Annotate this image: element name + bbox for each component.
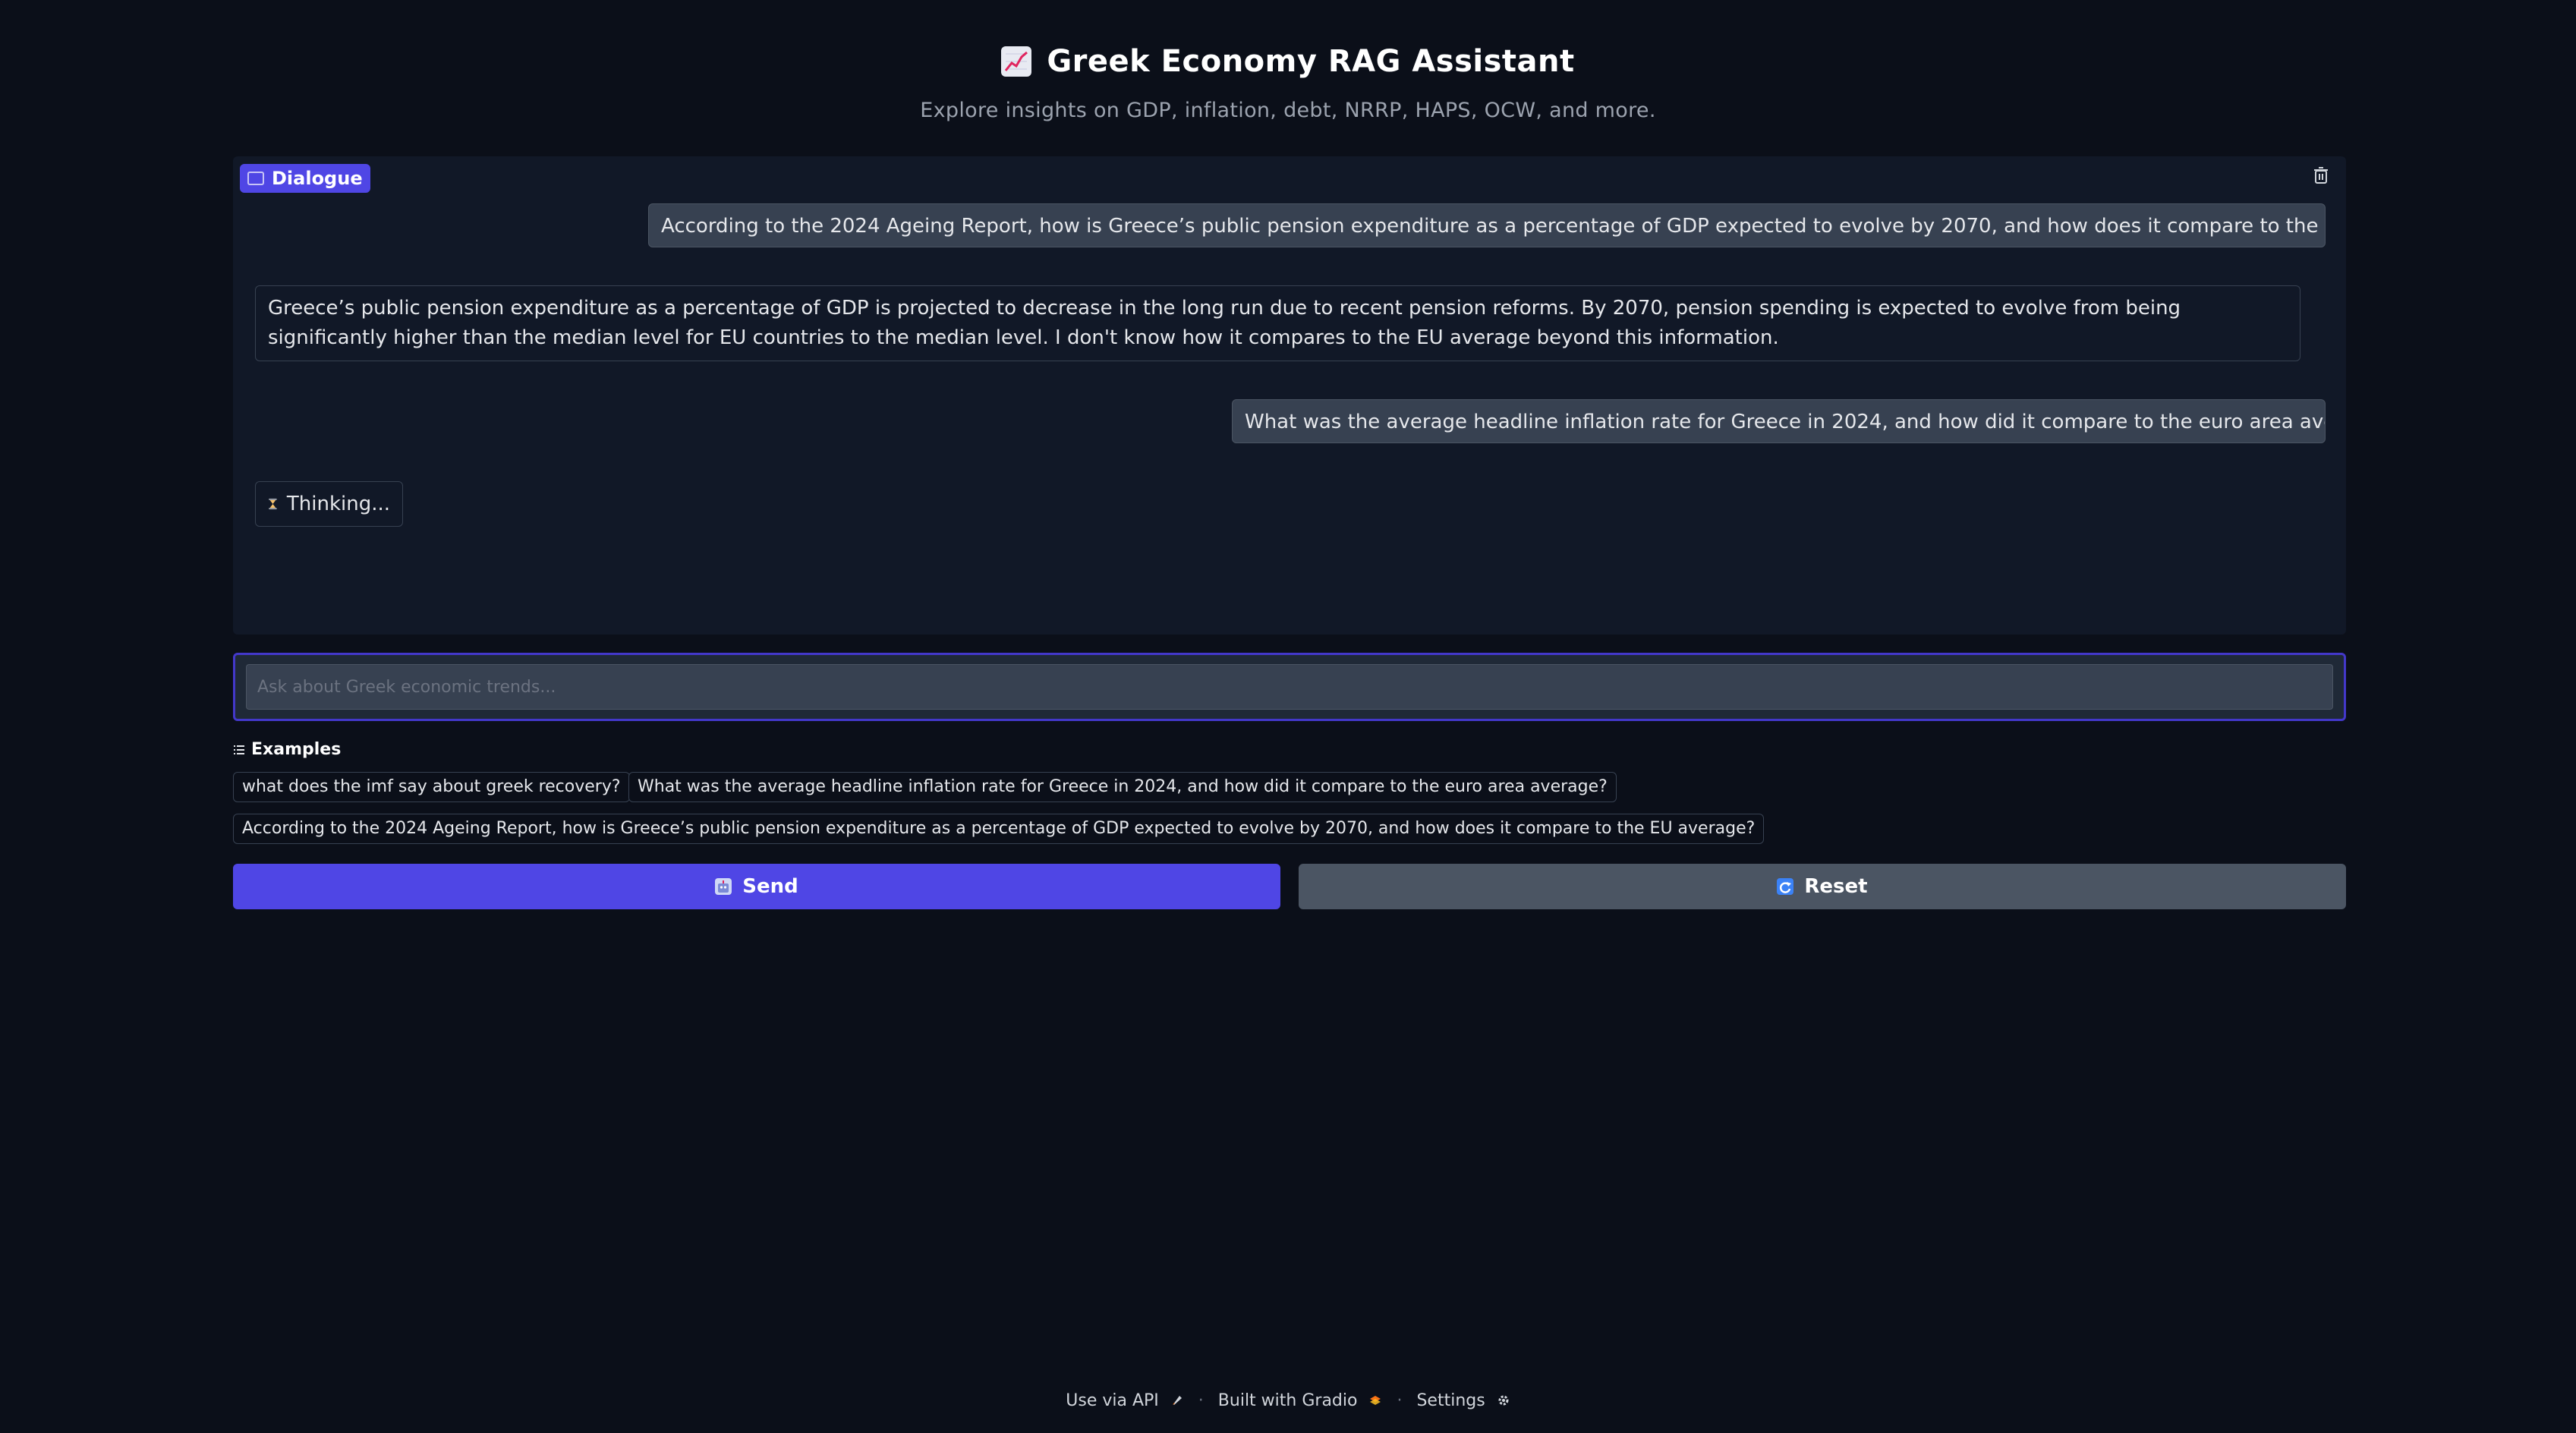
chat-icon [247,172,264,185]
send-button-label: Send [742,875,798,898]
trash-icon [2314,167,2328,184]
chart-increasing-icon [1001,46,1032,77]
list-icon [234,745,244,754]
chatbot-panel[interactable]: Dialogue According to the 2024 Ageing Re… [233,156,2346,635]
header: Greek Economy RAG Assistant Explore insi… [0,44,2576,122]
footer-separator: · [1198,1390,1204,1410]
user-message: What was the average headline inflation … [1232,399,2326,443]
rocket-icon [1172,1396,1182,1406]
gear-icon [1498,1395,1509,1406]
settings-link[interactable]: Settings [1416,1390,1510,1410]
examples-label: Examples [233,740,341,759]
assistant-thinking-message: Thinking... [255,481,403,527]
gradio-link[interactable]: Built with Gradio [1218,1390,1383,1410]
example-button[interactable]: What was the average headline inflation … [628,772,1617,802]
refresh-icon [1777,878,1794,895]
user-message: According to the 2024 Ageing Report, how… [648,203,2326,247]
example-button[interactable]: According to the 2024 Ageing Report, how… [233,814,1765,844]
app-root: Greek Economy RAG Assistant Explore insi… [0,0,2576,1433]
footer: Use via API · Built with Gradio · Settin… [0,1390,2576,1410]
assistant-message: Greece’s public pension expenditure as a… [255,285,2300,361]
robot-icon [715,878,732,895]
chatbot-label: Dialogue [240,164,370,193]
reset-button-label: Reset [1804,875,1868,898]
hourglass-icon [269,498,277,510]
page-title: Greek Economy RAG Assistant [1047,44,1575,79]
example-button[interactable]: what does the imf say about greek recove… [233,772,630,802]
gradio-link-label: Built with Gradio [1217,1390,1358,1410]
api-link-label: Use via API [1066,1390,1159,1410]
chatbot-label-text: Dialogue [272,168,363,189]
message-input-container [233,653,2346,721]
title-row: Greek Economy RAG Assistant [0,44,2576,79]
gradio-logo-icon [1370,1396,1381,1406]
message-input[interactable] [246,664,2333,710]
reset-button[interactable]: Reset [1299,864,2346,909]
user-message-text: What was the average headline inflation … [1245,411,2326,433]
settings-link-label: Settings [1416,1390,1485,1410]
clear-chat-button[interactable] [2311,165,2331,185]
api-link[interactable]: Use via API [1066,1390,1184,1410]
examples-label-text: Examples [251,740,342,759]
footer-separator: · [1397,1390,1403,1410]
send-button[interactable]: Send [233,864,1280,909]
page-subtitle: Explore insights on GDP, inflation, debt… [920,99,1656,122]
user-message-text: According to the 2024 Ageing Report, how… [661,215,2326,238]
assistant-message-text: Greece’s public pension expenditure as a… [268,297,2181,349]
thinking-text: Thinking... [286,492,390,515]
